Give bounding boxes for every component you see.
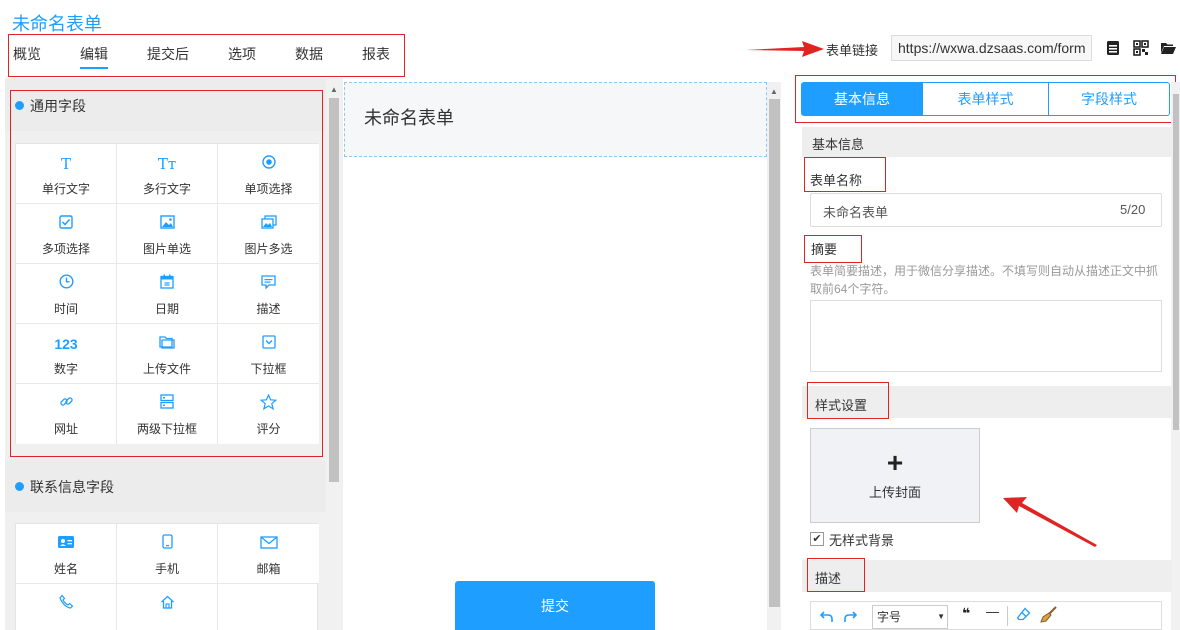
common-fields-header[interactable]: 通用字段	[5, 79, 325, 131]
tab-basic-info[interactable]: 基本信息	[801, 82, 923, 116]
upload-cover-button[interactable]: + 上传封面	[810, 428, 980, 523]
tab-field-style[interactable]: 字段样式	[1048, 82, 1170, 116]
phone-icon	[16, 594, 116, 614]
field-date[interactable]: 日期	[117, 264, 218, 324]
upload-cover-label: 上传封面	[868, 485, 921, 500]
app-title: 未命名表单	[12, 14, 102, 34]
basic-info-section: 基本信息	[802, 127, 1172, 157]
summary-hint: 表单简要描述，用于微信分享描述。不填写则自动从描述正文中抓取前64个字符。	[810, 264, 1159, 296]
field-number[interactable]: 123 数字	[16, 324, 117, 384]
format-painter-icon[interactable]	[1040, 606, 1058, 623]
no-background-checkbox[interactable]: ✔	[810, 532, 824, 546]
field-address[interactable]	[117, 584, 218, 630]
field-dropdown[interactable]: 下拉框	[218, 324, 319, 384]
tab-edit[interactable]: 编辑	[80, 44, 108, 64]
scroll-up-icon[interactable]: ▲	[768, 86, 780, 98]
preview-scrollbar-thumb[interactable]	[769, 99, 780, 607]
no-background-label: 无样式背景	[829, 533, 895, 548]
form-title-preview: 未命名表单	[364, 108, 454, 128]
field-multi-choice[interactable]: 多项选择	[16, 204, 117, 264]
left-scrollbar-thumb[interactable]	[329, 98, 339, 482]
tab-data[interactable]: 数据	[295, 44, 323, 64]
field-email[interactable]: 邮箱	[218, 524, 319, 584]
field-rating[interactable]: 评分	[218, 384, 319, 444]
id-card-icon	[16, 534, 116, 554]
form-link-input[interactable]	[891, 35, 1092, 61]
link-icon	[16, 394, 116, 414]
submit-button[interactable]: 提交	[455, 581, 655, 630]
folder-icon	[117, 334, 217, 354]
style-settings-section: 样式设置	[802, 386, 1172, 418]
field-image-single[interactable]: 图片单选	[117, 204, 218, 264]
comment-icon	[218, 274, 319, 294]
description-section: 描述	[802, 560, 1172, 592]
tab-overview[interactable]: 概览	[13, 44, 41, 64]
cascade-dropdown-icon	[117, 394, 217, 414]
field-name[interactable]: 姓名	[16, 524, 117, 584]
form-name-value: 未命名表单	[823, 205, 889, 220]
annotation-arrow	[746, 41, 824, 57]
summary-textarea[interactable]	[810, 300, 1162, 372]
mobile-icon	[117, 534, 217, 554]
form-name-char-count: 5/20	[1120, 202, 1146, 217]
multiline-text-icon: Tт	[157, 155, 177, 173]
form-link-label: 表单链接	[826, 43, 879, 58]
undo-icon[interactable]	[820, 610, 833, 623]
field-phone[interactable]	[16, 584, 117, 630]
horizontal-rule-icon[interactable]: —	[986, 604, 999, 619]
summary-label: 摘要	[811, 242, 838, 257]
field-upload-file[interactable]: 上传文件	[117, 324, 218, 384]
bullet-icon	[15, 482, 24, 491]
text-icon: T	[60, 155, 71, 173]
annotation-box	[8, 34, 405, 77]
field-multi-text[interactable]: Tт 多行文字	[117, 144, 218, 204]
image-icon	[117, 214, 217, 234]
settings-scrollbar-thumb[interactable]	[1173, 94, 1179, 430]
folder-open-icon[interactable]	[1160, 40, 1176, 56]
common-fields-title: 通用字段	[30, 98, 86, 114]
form-name-label: 表单名称	[810, 173, 863, 188]
plus-icon: +	[886, 447, 904, 478]
field-mobile[interactable]: 手机	[117, 524, 218, 584]
chevron-down-icon: ▼	[937, 612, 945, 621]
mail-icon	[218, 534, 319, 554]
field-image-multi[interactable]: 图片多选	[218, 204, 319, 264]
scroll-up-icon[interactable]: ▲	[328, 84, 340, 96]
clock-icon	[16, 274, 116, 294]
annotation-arrow	[1003, 497, 1097, 547]
field-single-choice[interactable]: 单项选择	[218, 144, 319, 204]
field-single-text[interactable]: T 单行文字	[16, 144, 117, 204]
field-url[interactable]: 网址	[16, 384, 117, 444]
number-icon: 123	[54, 336, 78, 352]
star-icon	[218, 394, 319, 414]
contact-fields-grid: 姓名 手机 邮箱	[15, 523, 319, 630]
images-icon	[218, 214, 319, 234]
tab-form-style[interactable]: 表单样式	[922, 82, 1049, 116]
copy-icon[interactable]	[1105, 40, 1121, 56]
tab-reports[interactable]: 报表	[362, 44, 390, 64]
active-tab-underline	[80, 67, 108, 69]
tab-after-submit[interactable]: 提交后	[147, 44, 189, 64]
checkbox-icon	[16, 214, 116, 234]
field-cascade-dropdown[interactable]: 两级下拉框	[117, 384, 218, 444]
tab-options[interactable]: 选项	[228, 44, 256, 64]
contact-fields-header[interactable]: 联系信息字段	[5, 460, 325, 512]
toolbar-divider	[1007, 606, 1008, 626]
field-description[interactable]: 描述	[218, 264, 319, 324]
dropdown-icon	[218, 334, 319, 354]
common-fields-grid: T 单行文字 Tт 多行文字 单项选择 多项选择 图片单选 图片多选 时间 日期…	[15, 143, 319, 444]
radio-icon	[218, 154, 319, 174]
eraser-icon[interactable]	[1016, 607, 1031, 622]
calendar-icon	[117, 274, 217, 294]
quote-icon[interactable]: ❝	[962, 605, 970, 622]
font-size-select[interactable]: 字号 ▼	[872, 605, 948, 629]
bullet-icon	[15, 101, 24, 110]
field-time[interactable]: 时间	[16, 264, 117, 324]
redo-icon[interactable]	[844, 610, 857, 623]
contact-fields-title: 联系信息字段	[30, 479, 114, 495]
qrcode-icon[interactable]	[1133, 40, 1149, 56]
home-icon	[117, 594, 217, 614]
